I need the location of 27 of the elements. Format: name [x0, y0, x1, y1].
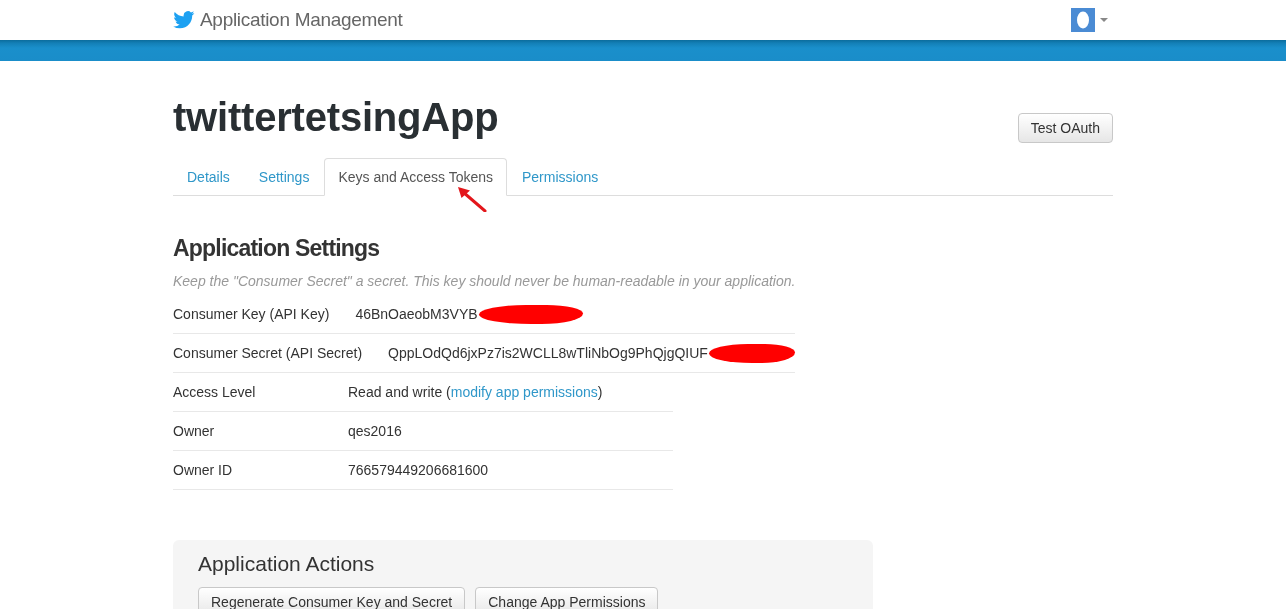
app-title: twittertetsingApp [173, 94, 499, 141]
caret-icon[interactable] [1100, 18, 1108, 22]
field-label: Consumer Secret (API Secret) [173, 345, 364, 361]
site-title[interactable]: Application Management [200, 9, 403, 31]
tab[interactable]: Settings [244, 158, 324, 195]
field-value: QppLOdQd6jxPz7is2WCLL8wTliNbOg9PhQjgQIUF [388, 345, 708, 361]
field-value: Read and write (modify app permissions) [348, 384, 603, 400]
field-label: Owner ID [173, 462, 234, 478]
test-oauth-button[interactable]: Test OAuth [1017, 113, 1113, 143]
section-heading: Application Settings [173, 234, 380, 263]
panel-heading: Application Actions [198, 552, 375, 576]
field-value: qes2016 [348, 423, 402, 439]
field-label: Owner [173, 423, 216, 439]
tab[interactable]: Details [173, 158, 244, 195]
permissions-link[interactable]: modify app permissions [450, 384, 598, 400]
tab[interactable]: Permissions [508, 158, 613, 195]
avatar-icon[interactable] [1071, 8, 1095, 32]
section-note: Keep the "Consumer Secret" a secret. This key should never be human-readable in your application. [173, 272, 796, 290]
field-label: Consumer Key (API Key) [173, 306, 331, 322]
bird-icon[interactable] [173, 11, 195, 29]
tab[interactable]: Keys and Access Tokens [324, 158, 507, 196]
action-button[interactable]: Regenerate Consumer Key and Secret [198, 587, 466, 609]
action-button[interactable]: Change App Permissions [475, 587, 659, 609]
field-label: Access Level [173, 384, 257, 400]
arrow-icon [457, 186, 487, 212]
field-value: 766579449206681600 [348, 462, 489, 478]
field-value: 46BnOaeobM3VYB [355, 306, 478, 322]
